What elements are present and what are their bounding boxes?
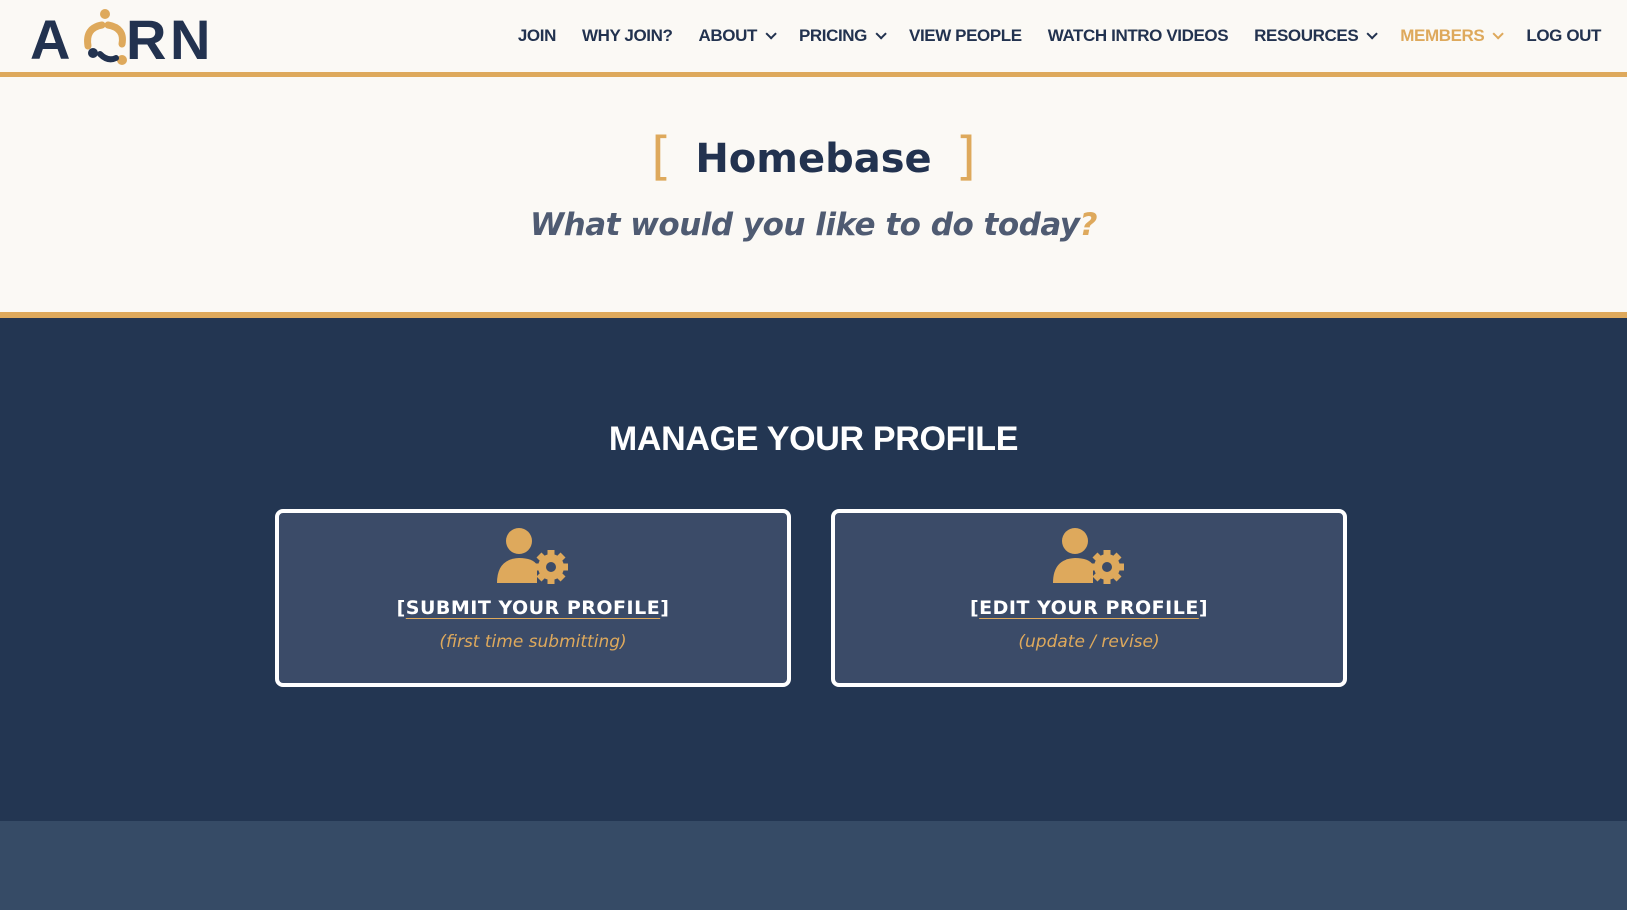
chevron-down-icon [1366, 28, 1379, 40]
nav-resources[interactable]: RESOURCES [1254, 26, 1379, 46]
edit-profile-link[interactable]: [EDIT YOUR PROFILE] [835, 597, 1343, 619]
title-bracket-close: ] [955, 127, 976, 187]
nav-about-label: ABOUT [698, 26, 758, 45]
edit-profile-note-text: update / revise [1025, 632, 1153, 652]
link-bracket-open: [ [396, 597, 406, 619]
nav-why-join[interactable]: WHY JOIN? [582, 26, 673, 46]
link-bracket-open: [ [969, 597, 980, 619]
paren-close: ) [620, 632, 627, 652]
chevron-down-icon [1492, 28, 1505, 40]
paren-open: ( [1018, 632, 1025, 652]
nav-resources-label: RESOURCES [1254, 26, 1359, 45]
manage-profile-section: MANAGE YOUR PROFILE [SUBMIT YOUR PROFILE… [0, 318, 1627, 821]
nav-log-out[interactable]: LOG OUT [1526, 26, 1601, 46]
nav-log-out-label: LOG OUT [1526, 26, 1601, 45]
nav-view-people-label: VIEW PEOPLE [909, 26, 1022, 45]
nav-pricing-label: PRICING [798, 26, 867, 45]
nav-members-label: MEMBERS [1400, 26, 1485, 45]
edit-profile-label: EDIT YOUR PROFILE [979, 597, 1199, 619]
edit-profile-note: (update / revise) [835, 632, 1343, 652]
site-header: A R N JOIN WHY JOIN? ABOUT PRICING VIEW … [0, 0, 1627, 77]
nav-watch-intro-videos-label: WATCH INTRO VIDEOS [1047, 26, 1229, 45]
page-title: [ Homebase ] [0, 127, 1627, 187]
nav-view-people[interactable]: VIEW PEOPLE [909, 26, 1022, 46]
subtitle-question-mark: ? [1079, 207, 1098, 243]
user-gear-icon [497, 528, 568, 584]
hero-section: [ Homebase ] What would you like to do t… [0, 77, 1627, 318]
paren-open: ( [439, 632, 446, 652]
nav-watch-intro-videos[interactable]: WATCH INTRO VIDEOS [1047, 26, 1229, 46]
nav-members[interactable]: MEMBERS [1400, 26, 1505, 46]
main-nav: JOIN WHY JOIN? ABOUT PRICING VIEW PEOPLE… [492, 0, 1602, 72]
submit-profile-card[interactable]: [SUBMIT YOUR PROFILE] (first time submit… [275, 509, 791, 687]
chevron-down-icon [765, 28, 777, 40]
chevron-down-icon [875, 28, 887, 40]
nav-join[interactable]: JOIN [518, 26, 556, 46]
nav-pricing[interactable]: PRICING [798, 26, 887, 46]
nav-join-label: JOIN [517, 26, 556, 45]
acorn-logo[interactable]: A R N [30, 6, 230, 66]
nav-about[interactable]: ABOUT [698, 26, 777, 46]
submit-profile-link[interactable]: [SUBMIT YOUR PROFILE] [279, 597, 787, 619]
footer-section [0, 821, 1627, 910]
svg-text:N: N [170, 8, 210, 66]
svg-text:R: R [126, 8, 166, 66]
user-gear-icon [1053, 528, 1124, 584]
svg-text:A: A [30, 8, 70, 66]
link-bracket-close: ] [660, 597, 670, 619]
section-heading: MANAGE YOUR PROFILE [608, 420, 1019, 458]
submit-profile-note-text: first time submitting [445, 632, 621, 652]
page-subtitle: What would you like to do today? [0, 207, 1627, 243]
edit-profile-card[interactable]: [EDIT YOUR PROFILE] (update / revise) [831, 509, 1347, 687]
link-bracket-close: ] [1198, 597, 1209, 619]
title-bracket-open: [ [651, 127, 672, 187]
page-title-text: Homebase [695, 136, 932, 182]
nav-why-join-label: WHY JOIN? [581, 26, 673, 45]
paren-close: ) [1152, 632, 1160, 652]
submit-profile-note: (first time submitting) [279, 632, 787, 652]
submit-profile-label: SUBMIT YOUR PROFILE [405, 597, 661, 619]
page-subtitle-text: What would you like to do today [529, 207, 1080, 243]
